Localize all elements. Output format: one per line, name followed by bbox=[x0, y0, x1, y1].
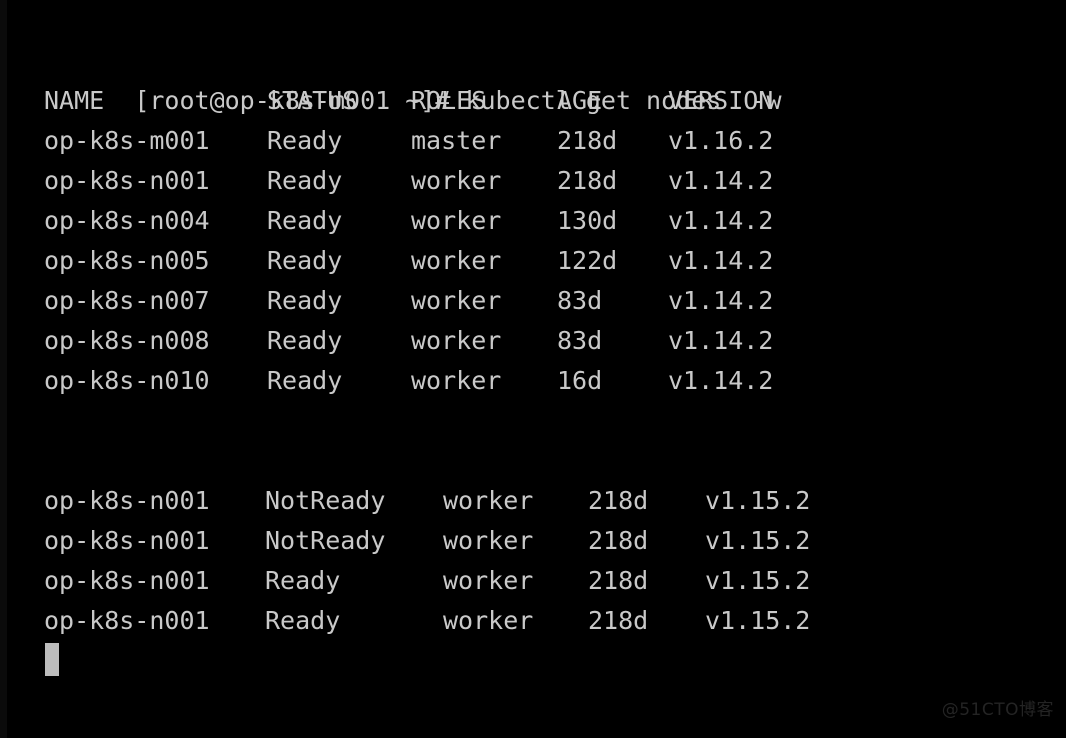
watch_rows-cell-version: v1.15.2 bbox=[705, 526, 811, 555]
watch_rows-cell-age: 218d bbox=[588, 606, 649, 635]
watch_rows-cell-roles: worker bbox=[443, 486, 534, 515]
watch_rows-cell-status: Ready bbox=[265, 606, 341, 635]
initial_rows-cell-age: 16d bbox=[557, 366, 603, 395]
initial_rows-cell-version: v1.14.2 bbox=[668, 206, 774, 235]
watch_rows-cell-age: 218d bbox=[588, 566, 649, 595]
watch_rows-cell-roles: worker bbox=[443, 566, 534, 595]
initial_rows-cell-age: 218d bbox=[557, 126, 618, 155]
initial_rows-cell-roles: worker bbox=[411, 246, 502, 275]
initial_rows-cell-status: Ready bbox=[267, 206, 343, 235]
initial_rows-cell-name: op-k8s-n007 bbox=[44, 286, 210, 315]
column-header-version: VERSION bbox=[668, 86, 774, 115]
table-header-row: NAME STATUS ROLES AGE VERSION bbox=[0, 81, 773, 121]
initial_rows-cell-status: Ready bbox=[267, 326, 343, 355]
initial_rows-cell-status: Ready bbox=[267, 246, 343, 275]
column-header-age: AGE bbox=[557, 86, 603, 115]
initial_rows-cell-age: 218d bbox=[557, 166, 618, 195]
watch_rows-cell-age: 218d bbox=[588, 486, 649, 515]
initial_rows-cell-name: op-k8s-n005 bbox=[44, 246, 210, 275]
watch_rows-cell-version: v1.15.2 bbox=[705, 606, 811, 635]
column-header-roles: ROLES bbox=[411, 86, 487, 115]
watch_rows-cell-status: NotReady bbox=[265, 526, 386, 555]
watch_rows-cell-name: op-k8s-n001 bbox=[44, 606, 210, 635]
initial_rows-cell-version: v1.14.2 bbox=[668, 326, 774, 355]
terminal-window[interactable]: [root@op-k8s-m001 ~]# kubectl get nodes … bbox=[0, 0, 1066, 738]
initial_rows-cell-status: Ready bbox=[267, 126, 343, 155]
initial_rows-cell-age: 83d bbox=[557, 326, 603, 355]
initial_rows-cell-roles: worker bbox=[411, 286, 502, 315]
initial_rows-cell-age: 83d bbox=[557, 286, 603, 315]
initial_rows-cell-name: op-k8s-n010 bbox=[44, 366, 210, 395]
watermark: @51CTO博客 bbox=[941, 700, 1054, 720]
watch_rows-cell-roles: worker bbox=[443, 526, 534, 555]
initial_rows-cell-roles: worker bbox=[411, 206, 502, 235]
initial_rows-cell-name: op-k8s-m001 bbox=[44, 126, 210, 155]
initial_rows-cell-roles: master bbox=[411, 126, 502, 155]
initial_rows-cell-age: 122d bbox=[557, 246, 618, 275]
watch_rows-cell-version: v1.15.2 bbox=[705, 566, 811, 595]
initial_rows-cell-name: op-k8s-n001 bbox=[44, 166, 210, 195]
prompt-line: [root@op-k8s-m001 ~]# kubectl get nodes … bbox=[44, 41, 781, 115]
watch_rows-cell-roles: worker bbox=[443, 606, 534, 635]
initial_rows-cell-version: v1.14.2 bbox=[668, 166, 774, 195]
watch_rows-cell-version: v1.15.2 bbox=[705, 486, 811, 515]
watch_rows-cell-age: 218d bbox=[588, 526, 649, 555]
initial_rows-cell-name: op-k8s-n004 bbox=[44, 206, 210, 235]
terminal-screen[interactable]: [root@op-k8s-m001 ~]# kubectl get nodes … bbox=[0, 0, 1066, 738]
initial_rows-cell-status: Ready bbox=[267, 286, 343, 315]
watch_rows-cell-name: op-k8s-n001 bbox=[44, 526, 210, 555]
initial_rows-cell-status: Ready bbox=[267, 166, 343, 195]
watch_rows-cell-status: Ready bbox=[265, 566, 341, 595]
text-cursor bbox=[45, 643, 59, 676]
watch_rows-cell-name: op-k8s-n001 bbox=[44, 566, 210, 595]
initial_rows-cell-roles: worker bbox=[411, 366, 502, 395]
column-header-name: NAME bbox=[44, 86, 105, 115]
watch_rows-cell-name: op-k8s-n001 bbox=[44, 486, 210, 515]
initial_rows-cell-version: v1.14.2 bbox=[668, 286, 774, 315]
initial_rows-cell-name: op-k8s-n008 bbox=[44, 326, 210, 355]
initial_rows-cell-roles: worker bbox=[411, 326, 502, 355]
initial_rows-cell-age: 130d bbox=[557, 206, 618, 235]
initial_rows-cell-version: v1.14.2 bbox=[668, 246, 774, 275]
watch_rows-cell-status: NotReady bbox=[265, 486, 386, 515]
initial_rows-cell-version: v1.16.2 bbox=[668, 126, 774, 155]
initial_rows-cell-version: v1.14.2 bbox=[668, 366, 774, 395]
column-header-status: STATUS bbox=[267, 86, 358, 115]
initial_rows-cell-status: Ready bbox=[267, 366, 343, 395]
initial_rows-cell-roles: worker bbox=[411, 166, 502, 195]
